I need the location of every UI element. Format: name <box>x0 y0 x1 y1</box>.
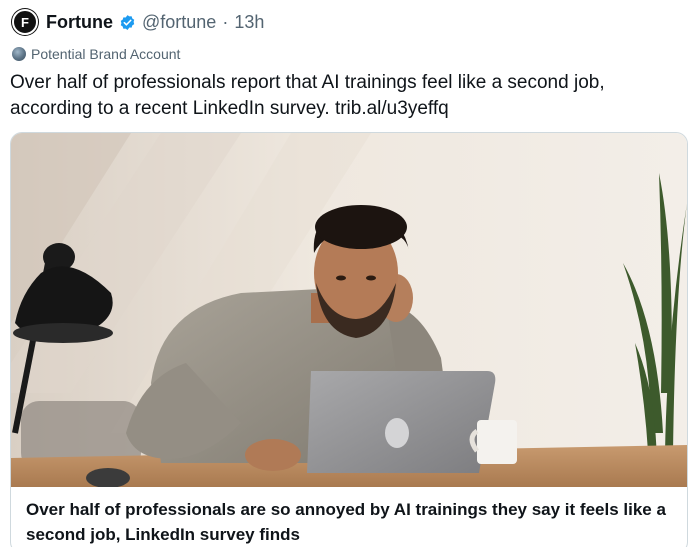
globe-icon <box>12 47 26 61</box>
author-name[interactable]: Fortune <box>46 12 113 33</box>
post[interactable]: F Fortune @fortune · 13h Potential Brand… <box>0 0 688 547</box>
card-title[interactable]: Over half of professionals are so annoye… <box>26 497 666 547</box>
brand-account-badge: Potential Brand Account <box>12 46 180 62</box>
card-image[interactable] <box>11 133 687 487</box>
verified-icon <box>120 14 135 30</box>
separator-dot: · <box>222 11 229 32</box>
link-card[interactable]: Over half of professionals are so annoye… <box>10 132 688 547</box>
post-text: Over half of professionals report that A… <box>10 72 605 119</box>
brand-account-label: Potential Brand Account <box>31 46 181 62</box>
post-time[interactable]: 13h <box>234 12 264 33</box>
post-header: F Fortune @fortune · 13h <box>12 8 264 36</box>
avatar[interactable]: F <box>12 9 38 35</box>
author-handle[interactable]: @fortune <box>142 12 216 33</box>
